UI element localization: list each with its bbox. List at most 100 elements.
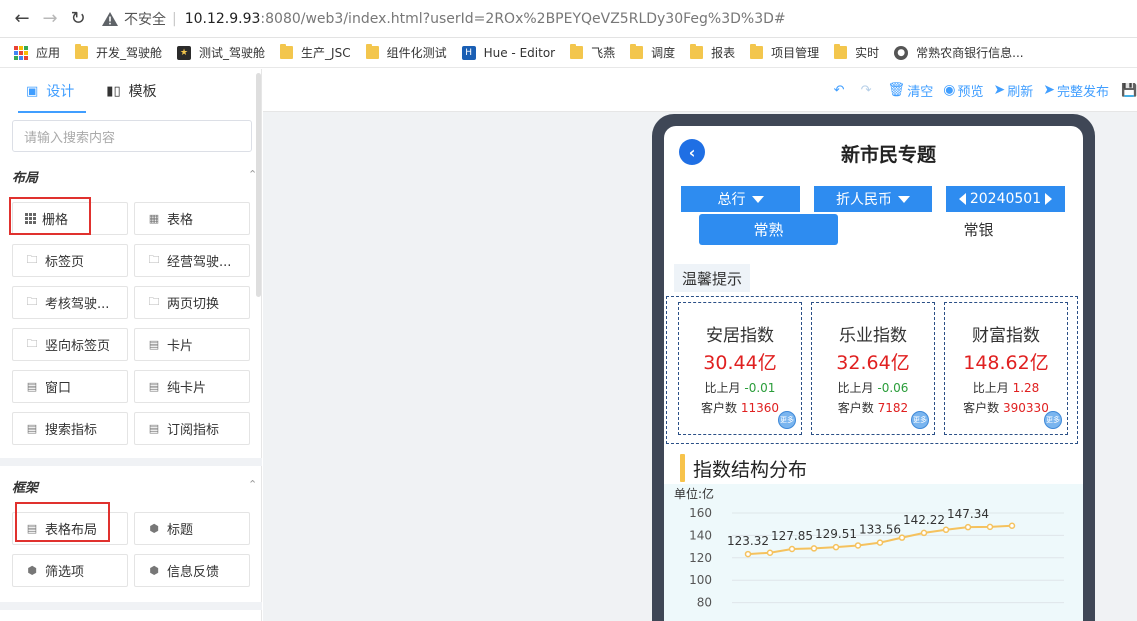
- save-icon[interactable]: 💾: [1121, 83, 1137, 98]
- data-label: 127.85: [771, 529, 813, 543]
- scrollbar[interactable]: [256, 73, 261, 297]
- data-point: [986, 523, 994, 531]
- warning-icon: [102, 11, 118, 26]
- index-card[interactable]: 安居指数 30.44亿 比上月 -0.01 客户数 11360 更多: [678, 302, 802, 435]
- folder-outline-icon: 🗀: [148, 295, 160, 308]
- bookmark-site[interactable]: H Hue - Editor: [461, 45, 555, 60]
- bookmark-folder[interactable]: 开发_驾驶舱: [75, 44, 162, 61]
- customers-value: 7182: [877, 401, 909, 415]
- component-label: 考核驾驶...: [45, 297, 110, 312]
- tab-design[interactable]: ▣ 设计: [17, 69, 87, 113]
- tab-changyin[interactable]: 常银: [909, 214, 1048, 245]
- card-value: 30.44亿: [703, 352, 777, 374]
- component-subscribe-metric[interactable]: ▤ 订阅指标: [134, 412, 250, 445]
- preview-button[interactable]: ◉ 预览: [943, 81, 983, 100]
- bookmark-label: 项目管理: [771, 46, 820, 60]
- component-tabs[interactable]: 🗀 标签页: [12, 244, 128, 277]
- refresh-button[interactable]: ➤ 刷新: [994, 81, 1034, 100]
- data-point: [766, 549, 774, 557]
- bookmark-site[interactable]: ★ 测试_驾驶舱: [177, 44, 265, 61]
- tab-template[interactable]: ▮▯ 模板: [106, 69, 156, 113]
- data-label: 123.32: [727, 534, 769, 548]
- bookmark-site[interactable]: ● 常熟农商银行信息...: [894, 44, 1024, 61]
- component-label: 经营驾驶...: [167, 255, 232, 270]
- component-label: 筛选项: [45, 565, 85, 580]
- data-point: [1008, 522, 1016, 529]
- data-point: [964, 523, 972, 531]
- chevron-up-icon[interactable]: ⌃: [248, 478, 257, 491]
- date-picker[interactable]: 20240501: [946, 186, 1065, 212]
- window-icon: ▤: [148, 380, 160, 393]
- component-search-metric[interactable]: ▤ 搜索指标: [12, 412, 128, 445]
- component-window[interactable]: ▤ 窗口: [12, 370, 128, 403]
- bookmark-folder[interactable]: 组件化测试: [365, 44, 447, 61]
- index-card[interactable]: 乐业指数 32.64亿 比上月 -0.06 客户数 7182 更多: [811, 302, 935, 435]
- bookmark-folder[interactable]: 报表: [690, 44, 735, 61]
- section-divider: [0, 458, 262, 466]
- send-icon: ➤: [1043, 82, 1055, 98]
- tab-label: 模板: [128, 84, 157, 100]
- component-label: 标签页: [45, 255, 85, 270]
- more-icon[interactable]: 更多: [1044, 411, 1062, 429]
- component-business-cockpit[interactable]: 🗀 经营驾驶...: [134, 244, 250, 277]
- url-path: :8080/web3/index.html?userId=2ROx%2BPEYQ…: [260, 10, 786, 27]
- component-card[interactable]: ▤ 卡片: [134, 328, 250, 361]
- undo-icon[interactable]: ↶: [834, 83, 845, 98]
- more-icon[interactable]: 更多: [778, 411, 796, 429]
- currency-dropdown[interactable]: 折人民币: [814, 186, 932, 212]
- forward-arrow-icon[interactable]: →: [36, 5, 64, 33]
- page-title: 新市民专题: [840, 144, 936, 166]
- clear-label: 清空: [907, 84, 934, 100]
- dropdown-value: 折人民币: [836, 192, 892, 208]
- card-title: 乐业指数: [839, 326, 907, 346]
- dropdown-value: 总行: [717, 192, 746, 208]
- window-icon: ▤: [148, 338, 160, 351]
- tab-changshu[interactable]: 常熟: [699, 214, 838, 245]
- component-label: 表格: [167, 213, 194, 228]
- data-point: [788, 545, 796, 553]
- search-input[interactable]: 请输入搜索内容: [12, 120, 252, 152]
- url-field[interactable]: 不安全 | 10.12.9.93:8080/web3/index.html?us…: [102, 9, 786, 29]
- index-card[interactable]: 财富指数 148.62亿 比上月 1.28 客户数 390330 更多: [944, 302, 1068, 435]
- component-label: 标题: [167, 523, 194, 538]
- component-feedback[interactable]: ⬢ 信息反馈: [134, 554, 250, 587]
- more-icon[interactable]: 更多: [911, 411, 929, 429]
- back-arrow-icon[interactable]: ←: [8, 5, 36, 33]
- component-plain-card[interactable]: ▤ 纯卡片: [134, 370, 250, 403]
- caret-right-icon[interactable]: [1045, 193, 1053, 205]
- bookmark-apps[interactable]: 应用: [14, 44, 60, 61]
- component-title[interactable]: ⬢ 标题: [134, 512, 250, 545]
- bookmark-folder[interactable]: 项目管理: [750, 44, 819, 61]
- component-label: 窗口: [45, 381, 72, 396]
- component-label: 两页切换: [167, 297, 220, 312]
- bookmark-folder[interactable]: 实时: [834, 44, 879, 61]
- customers-label: 客户数: [963, 401, 1000, 415]
- component-filter[interactable]: ⬢ 筛选项: [12, 554, 128, 587]
- globe-icon: ●: [894, 45, 909, 60]
- cube-icon: ⬢: [27, 564, 37, 577]
- publish-button[interactable]: ➤ 完整发布: [1043, 81, 1109, 100]
- component-table[interactable]: ▦ 表格: [134, 202, 250, 235]
- bookmark-folder[interactable]: 调度: [630, 44, 675, 61]
- bookmark-label: 实时: [855, 46, 880, 60]
- folder-outline-icon: 🗀: [26, 253, 38, 266]
- clear-button[interactable]: 🗑 清空: [887, 81, 933, 100]
- section-divider: [0, 602, 262, 610]
- caret-left-icon[interactable]: [958, 193, 966, 205]
- highlight-box: [9, 197, 91, 235]
- bookmark-folder[interactable]: 飞燕: [570, 44, 615, 61]
- component-vertical-tabs[interactable]: 🗀 竖向标签页: [12, 328, 128, 361]
- redo-icon[interactable]: ↷: [861, 83, 872, 98]
- url-separator: |: [172, 10, 177, 27]
- component-assessment-cockpit[interactable]: 🗀 考核驾驶...: [12, 286, 128, 319]
- bookmark-folder[interactable]: 生产_JSC: [280, 44, 351, 61]
- card-mom: 比上月 1.28: [945, 379, 1067, 396]
- publish-label: 完整发布: [1056, 84, 1109, 100]
- design-icon: ▣: [26, 83, 39, 99]
- reload-icon[interactable]: ↻: [64, 5, 92, 33]
- folder-icon: [690, 44, 704, 59]
- folder-outline-icon: 🗀: [26, 337, 38, 350]
- component-two-page-switch[interactable]: 🗀 两页切换: [134, 286, 250, 319]
- org-dropdown[interactable]: 总行: [681, 186, 800, 212]
- apps-icon: [14, 45, 28, 60]
